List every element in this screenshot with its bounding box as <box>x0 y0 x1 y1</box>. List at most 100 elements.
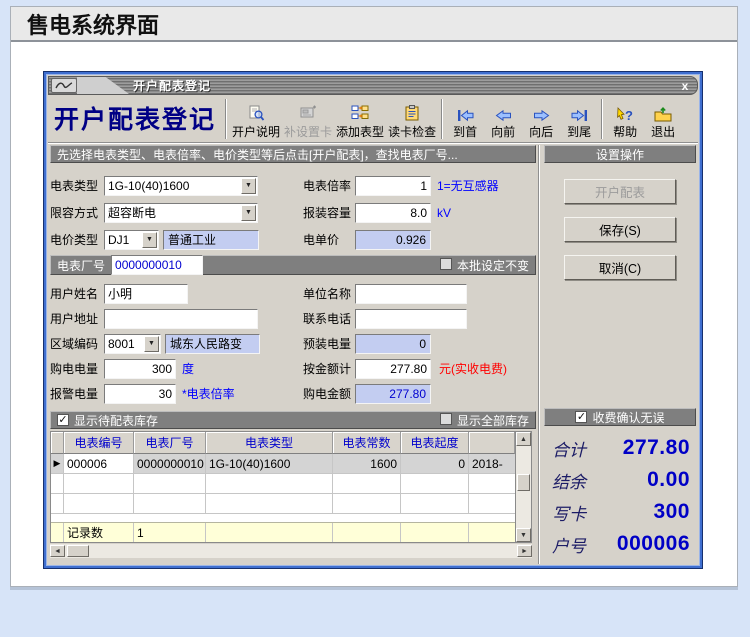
toolbar-button-label: 补设置卡 <box>284 124 333 139</box>
show-all-checkbox[interactable] <box>439 412 452 425</box>
toolbar-button-label: 到首 <box>453 124 478 139</box>
go-prev-button[interactable]: 向前 <box>484 97 522 141</box>
main-column: 先选择电表类型、电表倍率、电价类型等后点击[开户配表]，查找电表厂号... 电表… <box>50 145 536 564</box>
factory-no-bar: 电表厂号 本批设定不变 <box>50 255 536 275</box>
area-code-combo[interactable]: 8001 ▼ <box>104 333 161 354</box>
meter-type-combo[interactable]: 1G-10(40)1600 ▼ <box>104 175 258 196</box>
assign-meter-button[interactable]: 开户配表 <box>564 179 676 204</box>
help-button[interactable]: ? 帮助 <box>606 97 644 141</box>
limit-mode-label: 限容方式 <box>50 206 99 220</box>
limit-mode-combo[interactable]: 超容断电 ▼ <box>104 202 258 223</box>
user-name-input[interactable] <box>104 283 188 304</box>
first-record-icon <box>457 104 474 122</box>
toolbar-button-label: 帮助 <box>613 124 638 139</box>
read-card-check-button[interactable]: 读卡检查 <box>386 97 438 141</box>
scroll-up-icon[interactable]: ▲ <box>516 432 531 446</box>
table-row[interactable]: ▶ 000006 0000000010 1G-10(40)1600 1600 0… <box>51 454 515 474</box>
doc-search-icon <box>247 104 265 122</box>
org-name-input[interactable] <box>355 283 467 304</box>
column-header: 电表常数 <box>333 432 401 454</box>
page-card: 售电系统界面 开户配表登记 x 开户配表登记 开户说明 补设置卡 添加表型 读卡… <box>10 6 738 587</box>
batch-fixed-checkbox[interactable] <box>439 257 452 270</box>
close-button[interactable]: x <box>673 79 697 93</box>
total-label: 合计 <box>552 440 586 461</box>
buy-qty-row: 购电电量 度 按金额计 元(实收电费) <box>50 356 536 381</box>
price-type-desc: 普通工业 <box>163 229 259 250</box>
app-window: 开户配表登记 x 开户配表登记 开户说明 补设置卡 添加表型 读卡检查 到首 向… <box>43 71 703 569</box>
open-help-button[interactable]: 开户说明 <box>230 97 282 141</box>
write-card-value: 300 <box>653 500 690 523</box>
exit-button[interactable]: 退出 <box>644 97 682 141</box>
factory-no-input[interactable] <box>111 255 204 275</box>
go-next-button[interactable]: 向后 <box>522 97 560 141</box>
vertical-scrollbar[interactable]: ▲ ▼ <box>515 432 531 542</box>
table-footer-row: 记录数 1 <box>51 522 515 542</box>
help-icon: ? <box>616 104 635 122</box>
meter-type-row: 电表类型 1G-10(40)1600 ▼ 电表倍率 1=无互感器 <box>50 172 536 199</box>
address-input[interactable] <box>104 308 258 329</box>
preset-qty-label: 预装电量 <box>303 337 352 351</box>
table-columns: 电表编号 电表厂号 电表类型 电表常数 电表起度 ▶ 000006 000000… <box>51 432 515 542</box>
alarm-qty-input[interactable] <box>104 383 176 404</box>
confirm-bar: ✓ 收费确认无误 <box>544 408 696 426</box>
cell-start-reading: 0 <box>401 454 469 474</box>
buy-qty-input[interactable] <box>104 358 176 379</box>
buy-amount-label: 购电金额 <box>303 387 352 401</box>
chevron-down-icon[interactable]: ▼ <box>241 177 256 194</box>
cell-constant: 1600 <box>333 454 401 474</box>
cell-factory-no: 0000000010 <box>134 454 206 474</box>
unit-price-label: 电单价 <box>303 233 340 247</box>
horizontal-scrollbar[interactable]: ◄ ► <box>50 544 532 558</box>
by-amount-label: 按金额计 <box>303 362 352 376</box>
chevron-down-icon[interactable]: ▼ <box>241 204 256 221</box>
column-header: 电表编号 <box>64 432 134 454</box>
setup-card-button[interactable]: 补设置卡 <box>282 97 334 141</box>
account-no-row: 户号 000006 <box>544 528 696 560</box>
empty-row <box>51 494 515 514</box>
address-label: 用户地址 <box>50 312 99 326</box>
phone-input[interactable] <box>355 308 467 329</box>
cell-meter-type: 1G-10(40)1600 <box>206 454 333 474</box>
svg-text:?: ? <box>625 108 633 122</box>
vertical-scroll-thumb[interactable] <box>517 474 530 491</box>
current-row-marker: ▶ <box>51 454 64 474</box>
chevron-down-icon[interactable]: ▼ <box>142 231 157 248</box>
cancel-button[interactable]: 取消(C) <box>564 255 676 280</box>
panel-spacer <box>544 293 696 408</box>
balance-row: 结余 0.00 <box>544 464 696 496</box>
go-last-button[interactable]: 到尾 <box>560 97 598 141</box>
price-type-label: 电价类型 <box>50 233 99 247</box>
show-pending-checkbox[interactable]: ✓ <box>57 414 69 426</box>
toolbar-button-label: 向后 <box>529 124 554 139</box>
panel-title-bar: 设置操作 <box>544 145 696 163</box>
scroll-down-icon[interactable]: ▼ <box>516 528 531 542</box>
fee-confirm-checkbox[interactable]: ✓ <box>575 411 588 423</box>
toolbar-separator <box>601 98 604 139</box>
client-area: 先选择电表类型、电表倍率、电价类型等后点击[开户配表]，查找电表厂号... 电表… <box>48 143 698 564</box>
price-type-combo[interactable]: DJ1 ▼ <box>104 229 159 250</box>
show-pending-label: 显示待配表库存 <box>74 413 159 428</box>
scroll-right-icon[interactable]: ► <box>517 545 532 557</box>
go-first-button[interactable]: 到首 <box>446 97 484 141</box>
column-header: 电表类型 <box>206 432 333 454</box>
limit-mode-row: 限容方式 超容断电 ▼ 报装容量 kV <box>50 199 536 226</box>
scroll-left-icon[interactable]: ◄ <box>50 545 65 557</box>
org-name-label: 单位名称 <box>303 287 352 301</box>
by-amount-input[interactable] <box>355 358 431 379</box>
add-meter-type-button[interactable]: 添加表型 <box>334 97 386 141</box>
capacity-input[interactable] <box>355 202 431 223</box>
chevron-down-icon[interactable]: ▼ <box>144 335 159 352</box>
area-desc-field: 城东人民路变 <box>165 333 260 354</box>
save-button[interactable]: 保存(S) <box>564 217 676 242</box>
total-row: 合计 277.80 <box>544 432 696 464</box>
ratio-input[interactable] <box>355 175 431 196</box>
area-code-value: 8001 <box>108 336 135 351</box>
address-row: 用户地址 联系电话 <box>50 306 536 331</box>
cell-meter-no: 000006 <box>64 454 134 474</box>
area-code-row: 区域编码 8001 ▼ 城东人民路变 预装电量 0 <box>50 331 536 356</box>
page-title: 售电系统界面 <box>11 7 737 42</box>
by-amount-note: 元(实收电费) <box>439 362 507 376</box>
cell-date: 2018- <box>469 454 515 474</box>
horizontal-scroll-thumb[interactable] <box>67 545 89 557</box>
ratio-note: 1=无互感器 <box>437 179 499 193</box>
